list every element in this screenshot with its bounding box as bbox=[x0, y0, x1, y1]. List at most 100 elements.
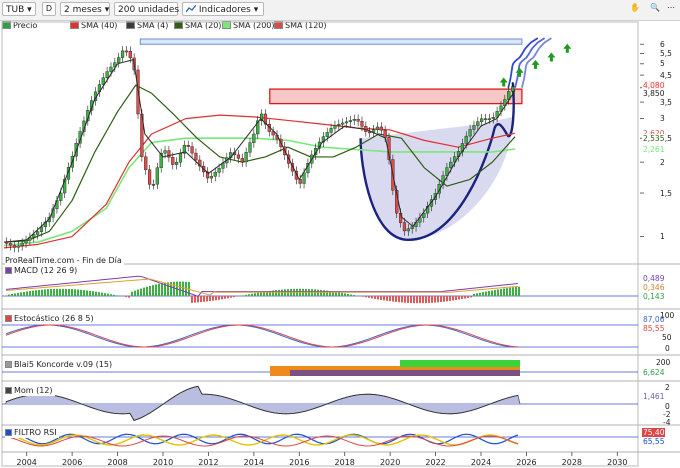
price-candle bbox=[8, 243, 13, 246]
price-label: 2,535 bbox=[642, 133, 666, 143]
price-candle bbox=[155, 167, 159, 185]
macd-histogram-bar bbox=[98, 292, 100, 296]
macd-histogram-bar bbox=[275, 290, 277, 296]
macd-histogram-bar bbox=[467, 296, 469, 298]
rsi-value: 75,40 bbox=[642, 428, 666, 437]
x-tick-label: 2022 bbox=[425, 458, 446, 467]
indicators-button[interactable]: Indicadores ▾ bbox=[182, 2, 264, 16]
mom-area bbox=[5, 385, 521, 421]
macd-histogram-bar bbox=[200, 296, 202, 303]
price-candle bbox=[194, 152, 198, 161]
macd-histogram-bar bbox=[29, 291, 31, 296]
range-selector[interactable]: 2 meses ▾ bbox=[60, 2, 110, 16]
macd-histogram-bar bbox=[404, 296, 406, 303]
macd-histogram-bar bbox=[323, 290, 325, 296]
stoch-panel-label: Estocástico (26 8 5) bbox=[5, 314, 96, 324]
more-icon[interactable]: ⋯ bbox=[664, 2, 678, 16]
chevron-down-icon: ▾ bbox=[104, 5, 110, 15]
price-candle bbox=[117, 57, 121, 63]
macd-histogram-bar bbox=[413, 296, 415, 304]
macd-histogram-bar bbox=[197, 296, 199, 303]
price-candle bbox=[151, 184, 156, 186]
price-candle bbox=[383, 130, 387, 138]
macd-histogram-bar bbox=[128, 296, 130, 298]
macd-histogram-bar bbox=[191, 296, 193, 303]
price-candle bbox=[24, 240, 28, 244]
price-candle bbox=[109, 66, 113, 72]
mom-value: 1,461 bbox=[643, 392, 665, 401]
macd-histogram-bar bbox=[353, 295, 355, 296]
macd-panel-label: MACD (12 26 9) bbox=[5, 266, 80, 276]
macd-histogram-bar bbox=[233, 296, 235, 298]
price-candle bbox=[252, 133, 256, 143]
y-tick-label: 4,5 bbox=[660, 70, 672, 80]
macd-histogram-bar bbox=[281, 289, 283, 296]
macd-histogram-bar bbox=[350, 294, 352, 296]
stoch-tick: 0 bbox=[665, 344, 670, 353]
rsi-swatch bbox=[5, 429, 12, 436]
macd-histogram-bar bbox=[248, 294, 250, 296]
macd-histogram-bar bbox=[104, 293, 106, 296]
x-tick-label: 2014 bbox=[243, 458, 265, 467]
price-candle bbox=[163, 150, 167, 154]
macd-histogram-bar bbox=[38, 289, 40, 296]
x-tick-label: 2018 bbox=[334, 458, 355, 467]
x-tick-label: 2016 bbox=[289, 458, 310, 467]
x-tick-label: 2010 bbox=[152, 458, 174, 467]
price-candle bbox=[348, 120, 352, 122]
macd-histogram-bar bbox=[449, 296, 451, 301]
macd-value: 0,489 bbox=[643, 274, 665, 283]
price-candle bbox=[240, 158, 244, 163]
macd-histogram-bar bbox=[347, 293, 349, 296]
macd-histogram-bar bbox=[41, 289, 43, 296]
macd-histogram-bar bbox=[161, 283, 163, 296]
units-selector[interactable]: 200 unidades ▾ bbox=[114, 2, 187, 16]
price-chart[interactable] bbox=[0, 20, 680, 468]
macd-histogram-bar bbox=[182, 281, 184, 296]
konc-green-area bbox=[400, 360, 520, 367]
price-candle bbox=[147, 169, 152, 185]
macd-histogram-bar bbox=[398, 296, 400, 303]
macd-histogram-bar bbox=[218, 296, 220, 300]
target-arrow-icon bbox=[547, 52, 556, 62]
macd-histogram-bar bbox=[95, 291, 97, 296]
macd-histogram-bar bbox=[491, 290, 493, 296]
price-candle bbox=[20, 242, 24, 246]
macd-histogram-bar bbox=[419, 296, 421, 304]
zoom-icon[interactable]: 🔍 bbox=[648, 2, 662, 16]
price-candle bbox=[101, 77, 105, 85]
price-candle bbox=[190, 146, 194, 154]
price-candle bbox=[105, 71, 109, 78]
macd-histogram-bar bbox=[101, 292, 103, 296]
price-candle bbox=[36, 231, 40, 235]
macd-histogram-bar bbox=[32, 290, 34, 296]
price-candle bbox=[468, 129, 472, 137]
price-candle bbox=[213, 172, 217, 177]
price-candle bbox=[472, 125, 476, 130]
y-tick-label: 2 bbox=[660, 157, 665, 167]
macd-histogram-bar bbox=[428, 296, 430, 303]
macd-histogram-bar bbox=[437, 296, 439, 303]
macd-value: 0,143 bbox=[643, 292, 665, 301]
macd-histogram-bar bbox=[68, 288, 70, 296]
macd-histogram-bar bbox=[155, 284, 157, 296]
macd-histogram-bar bbox=[371, 296, 373, 299]
macd-histogram-bar bbox=[431, 296, 433, 303]
macd-histogram-bar bbox=[107, 293, 109, 296]
macd-histogram-bar bbox=[77, 289, 79, 296]
period-type-button[interactable]: D bbox=[42, 2, 56, 16]
macd-histogram-bar bbox=[407, 296, 409, 303]
hand-icon[interactable]: ✋ bbox=[628, 2, 642, 16]
price-candle bbox=[128, 51, 132, 59]
price-candle bbox=[344, 121, 349, 124]
stoch-d-line bbox=[5, 324, 519, 348]
price-candle bbox=[124, 50, 129, 53]
toolbar: TUB ▾ D 2 meses ▾ 200 unidades ▾ Indicad… bbox=[0, 0, 680, 21]
price-candle bbox=[487, 118, 492, 121]
macd-histogram-bar bbox=[488, 291, 490, 296]
macd-histogram-bar bbox=[179, 281, 181, 296]
x-tick-label: 2020 bbox=[379, 458, 401, 467]
macd-histogram-bar bbox=[206, 296, 208, 302]
symbol-selector[interactable]: TUB ▾ bbox=[2, 2, 36, 16]
macd-histogram-bar bbox=[23, 291, 25, 296]
